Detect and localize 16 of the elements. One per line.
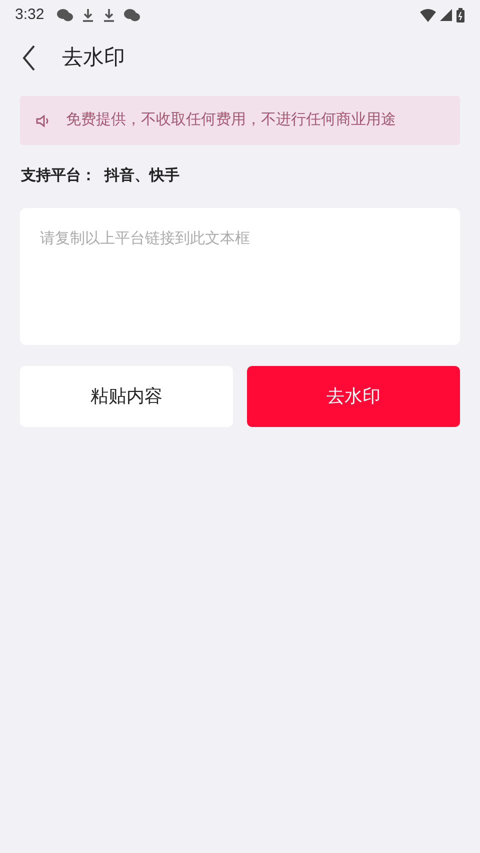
platforms-label: 支持平台： 抖音、快手 [21, 167, 180, 184]
chat-icon [124, 8, 140, 22]
download-icon [103, 8, 116, 22]
remove-watermark-button[interactable]: 去水印 [247, 366, 460, 427]
speaker-icon [36, 114, 50, 128]
link-input-field[interactable]: 请复制以上平台链接到此文本框 [20, 208, 460, 345]
back-icon[interactable] [22, 45, 36, 71]
download-icon [82, 8, 94, 22]
notice-text: 免费提供，不收取任何费用，不进行任何商业用途 [66, 110, 396, 130]
paste-button[interactable]: 粘贴内容 [20, 366, 233, 427]
chat-icon [57, 8, 74, 22]
wifi-icon [420, 8, 436, 22]
signal-icon [440, 9, 452, 21]
battery-icon [456, 8, 465, 22]
page-title: 去水印 [62, 45, 125, 72]
status-time: 3:32 [15, 4, 44, 25]
